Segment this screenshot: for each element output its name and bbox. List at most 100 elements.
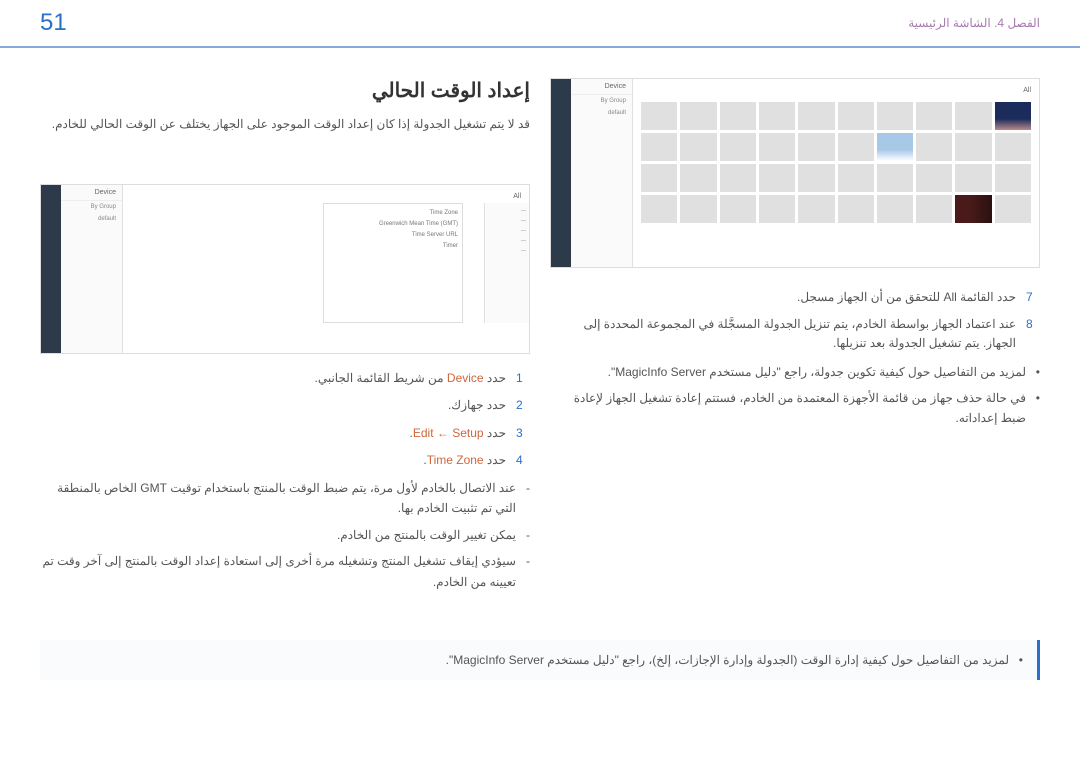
thumbnail [877, 133, 913, 161]
thumbnail [955, 133, 991, 161]
thumbnail [838, 164, 874, 192]
screenshot-main-title: All [127, 189, 525, 204]
bullet-item: لمزيد من التفاصيل حول كيفية تكوين جدولة،… [550, 362, 1040, 382]
screenshot-panel-item: By Group [61, 201, 122, 213]
highlight-device: Device [447, 371, 484, 385]
left-column: إعداد الوقت الحالي قد لا يتم تشغيل الجدو… [40, 78, 530, 598]
thumbnail [641, 102, 677, 130]
content-area: Device By Group default All [0, 48, 1080, 628]
thumbnail [641, 133, 677, 161]
breadcrumb: الفصل 4. الشاشة الرئيسية [908, 16, 1040, 30]
dash-item: عند الاتصال بالخادم لأول مرة، يتم ضبط ال… [40, 478, 530, 519]
screenshot-sidebar [41, 185, 61, 353]
detail-row: Time Server URL [328, 230, 458, 241]
thumbnail [955, 164, 991, 192]
thumbnail [838, 102, 874, 130]
text-post: من شريط القائمة الجانبي. [314, 371, 446, 385]
step-text: عند اعتماد الجهاز بواسطة الخادم، يتم تنز… [550, 315, 1016, 353]
thumbnail [680, 195, 716, 223]
highlight-timezone: Time Zone [427, 453, 484, 467]
screenshot-main: All [633, 79, 1039, 267]
screenshot-thumbnail-grid [637, 98, 1035, 227]
screenshot-panel-item: default [61, 213, 122, 225]
step-text: حدد القائمة All للتحقق من أن الجهاز مسجل… [797, 288, 1016, 307]
thumbnail [916, 133, 952, 161]
screenshot-panel: Device By Group default [61, 185, 123, 353]
thumbnail [916, 195, 952, 223]
detail-row: Timer [328, 241, 458, 252]
screenshot-panel-item: default [571, 107, 632, 119]
thumbnail [720, 164, 756, 192]
thumbnail [720, 133, 756, 161]
step-text: حدد جهازك. [448, 396, 506, 415]
thumbnail [877, 164, 913, 192]
step-text: حدد Device من شريط القائمة الجانبي. [314, 369, 506, 388]
dash-list: عند الاتصال بالخادم لأول مرة، يتم ضبط ال… [40, 478, 530, 592]
full-width-info-container: لمزيد من التفاصيل حول كيفية إدارة الوقت … [40, 640, 1040, 680]
step-text: حدد Edit ← Setup. [410, 424, 506, 443]
screenshot-device-grid: Device By Group default All [550, 78, 1040, 268]
step-8: عند اعتماد الجهاز بواسطة الخادم، يتم تنز… [550, 315, 1040, 353]
screenshot-detail-box: Time Zone (GMT) Greenwich Mean Time Time… [323, 203, 463, 323]
detail-row: Time Zone [328, 208, 458, 219]
thumbnail [955, 195, 991, 223]
dash-item: يمكن تغيير الوقت بالمنتج من الخادم. [40, 525, 530, 545]
text-pre: حدد [484, 371, 506, 385]
info-box: لمزيد من التفاصيل حول كيفية إدارة الوقت … [40, 640, 1040, 680]
right-column: Device By Group default All [550, 78, 1040, 598]
step-2: حدد جهازك. [40, 396, 530, 415]
screenshot-panel-title: Device [571, 79, 632, 95]
thumbnail [955, 102, 991, 130]
thumbnail [759, 195, 795, 223]
right-bullets: لمزيد من التفاصيل حول كيفية تكوين جدولة،… [550, 362, 1040, 429]
screenshot-panel-title: Device [61, 185, 122, 201]
thumbnail [877, 102, 913, 130]
thumbnail [798, 102, 834, 130]
step-4: حدد Time Zone. [40, 451, 530, 470]
text-pre: حدد [484, 426, 506, 440]
thumbnail [838, 195, 874, 223]
thumbnail [641, 195, 677, 223]
thumbnail [641, 164, 677, 192]
step-1: حدد Device من شريط القائمة الجانبي. [40, 369, 530, 388]
info-bullet: لمزيد من التفاصيل حول كيفية إدارة الوقت … [54, 650, 1023, 670]
thumbnail [798, 164, 834, 192]
step-7: حدد القائمة All للتحقق من أن الجهاز مسجل… [550, 288, 1040, 307]
screenshot-panel-item: By Group [571, 95, 632, 107]
thumbnail [995, 164, 1031, 192]
screenshot-main: All — — — — — — — Time Zone (GMT) Greenw… [123, 185, 529, 353]
thumbnail [877, 195, 913, 223]
thumbnail [798, 133, 834, 161]
screenshot-main-title: All [637, 83, 1035, 98]
thumbnail [680, 164, 716, 192]
steps-1-4: حدد Device من شريط القائمة الجانبي. حدد … [40, 369, 530, 470]
highlight-edit-setup: Edit ← Setup [413, 426, 484, 440]
thumbnail [720, 195, 756, 223]
page-number: 51 [40, 9, 67, 37]
thumbnail [759, 102, 795, 130]
section-title: إعداد الوقت الحالي [40, 78, 530, 103]
thumbnail [680, 102, 716, 130]
thumbnail [916, 102, 952, 130]
detail-row: (GMT) Greenwich Mean Time [328, 219, 458, 230]
screenshot-device-detail: Device By Group default All — — — — — — … [40, 184, 530, 354]
thumbnail [680, 133, 716, 161]
thumbnail [916, 164, 952, 192]
thumbnail [995, 195, 1031, 223]
thumbnail [720, 102, 756, 130]
screenshot-right-panel: ————— [484, 203, 529, 323]
dash-item: سيؤدي إيقاف تشغيل المنتج وتشغيله مرة أخر… [40, 551, 530, 592]
thumbnail [759, 133, 795, 161]
bullet-item: في حالة حذف جهاز من قائمة الأجهزة المعتم… [550, 388, 1040, 429]
text-pre: حدد [484, 453, 506, 467]
thumbnail [995, 102, 1031, 130]
thumbnail [798, 195, 834, 223]
steps-7-8: حدد القائمة All للتحقق من أن الجهاز مسجل… [550, 288, 1040, 354]
intro-text: قد لا يتم تشغيل الجدولة إذا كان إعداد ال… [40, 115, 530, 134]
step-3: حدد Edit ← Setup. [40, 424, 530, 443]
thumbnail [838, 133, 874, 161]
screenshot-sidebar [551, 79, 571, 267]
thumbnail [759, 164, 795, 192]
step-text: حدد Time Zone. [423, 451, 506, 470]
thumbnail [995, 133, 1031, 161]
